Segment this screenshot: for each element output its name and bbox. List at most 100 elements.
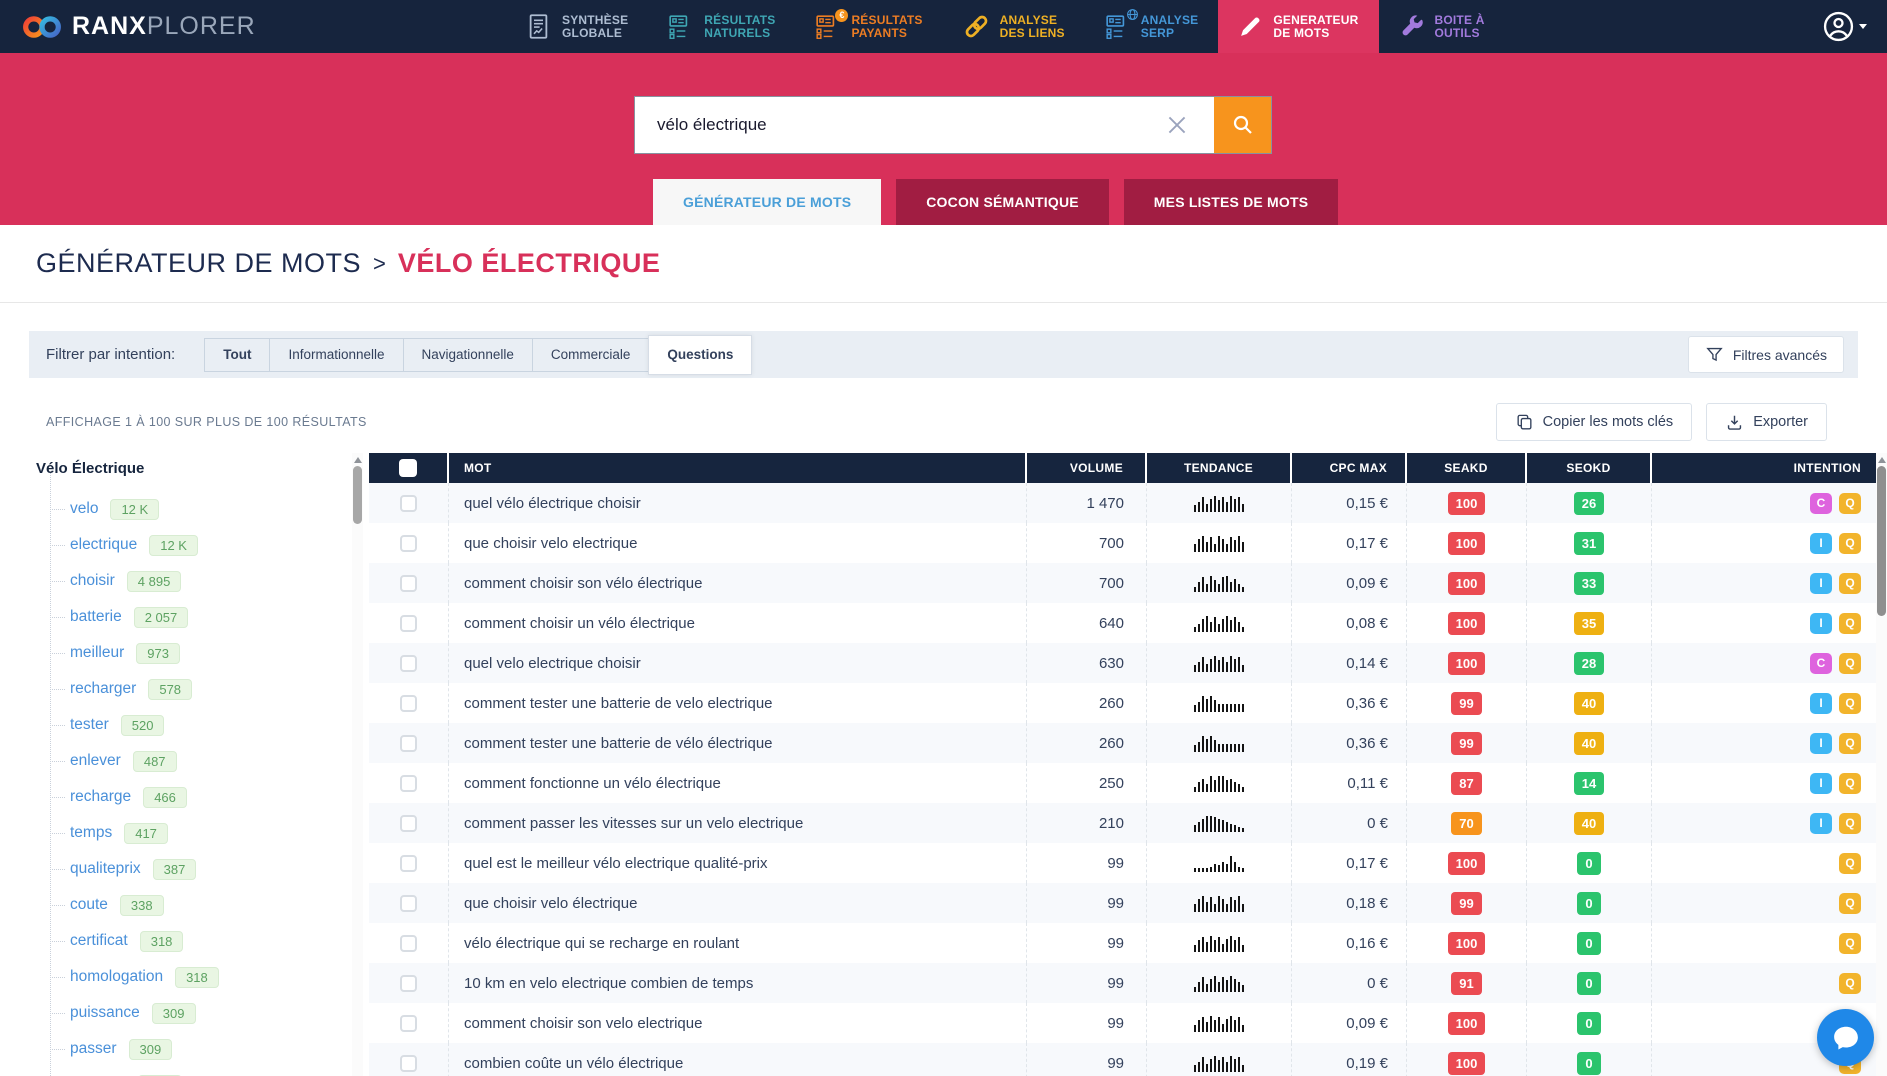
keyword-group-item[interactable]: passer 309: [36, 1031, 352, 1067]
keyword-group-link[interactable]: electrique: [70, 536, 137, 554]
keyword-group-item[interactable]: choisir 4 895: [36, 563, 352, 599]
column-header-tendance[interactable]: TENDANCE: [1147, 453, 1292, 483]
row-checkbox[interactable]: [400, 855, 417, 872]
keyword-cell[interactable]: comment passer les vitesses sur un velo …: [449, 803, 1027, 843]
clear-search-icon[interactable]: [1164, 110, 1194, 140]
column-header-seakd[interactable]: SEAKD: [1407, 453, 1527, 483]
column-header-seokd[interactable]: SEOKD: [1527, 453, 1652, 483]
keyword-group-item[interactable]: qualiteprix 387: [36, 851, 352, 887]
row-checkbox[interactable]: [400, 615, 417, 632]
keyword-group-item[interactable]: electrique 12 K: [36, 527, 352, 563]
keyword-cell[interactable]: vélo électrique qui se recharge en roula…: [449, 923, 1027, 963]
nav-item-boite-a-outils[interactable]: BOITE ÀOUTILS: [1379, 0, 1505, 53]
export-button[interactable]: Exporter: [1706, 403, 1827, 441]
keyword-cell[interactable]: 10 km en velo electrique combien de temp…: [449, 963, 1027, 1003]
keyword-group-item[interactable]: coute 338: [36, 887, 352, 923]
keyword-cell[interactable]: combien coûte un vélo électrique: [449, 1043, 1027, 1076]
keyword-cell[interactable]: quel velo electrique choisir: [449, 643, 1027, 683]
filter-questions[interactable]: Questions: [648, 335, 752, 375]
keyword-group-item[interactable]: vitesses 309: [36, 1067, 352, 1076]
nav-item-analyse-des-liens[interactable]: ANALYSEDES LIENS: [943, 0, 1085, 53]
keyword-group-link[interactable]: velo: [70, 500, 98, 518]
keyword-group-link[interactable]: qualiteprix: [70, 860, 141, 878]
tab-cocon-semantique[interactable]: COCON SÉMANTIQUE: [896, 179, 1109, 225]
keyword-cell[interactable]: quel vélo électrique choisir: [449, 483, 1027, 523]
keyword-cell[interactable]: comment tester une batterie de velo elec…: [449, 683, 1027, 723]
keyword-group-link[interactable]: puissance: [70, 1004, 140, 1022]
column-header-cpc-max[interactable]: CPC MAX: [1292, 453, 1407, 483]
column-header-volume[interactable]: VOLUME: [1027, 453, 1147, 483]
nav-item-generateur-de-mots[interactable]: GENERATEURDE MOTS: [1218, 0, 1378, 53]
keyword-group-item[interactable]: meilleur 973: [36, 635, 352, 671]
column-header-intention[interactable]: INTENTION: [1652, 453, 1887, 483]
row-checkbox[interactable]: [400, 775, 417, 792]
keyword-group-item[interactable]: temps 417: [36, 815, 352, 851]
filter-commerciale[interactable]: Commerciale: [532, 338, 650, 372]
keyword-cell[interactable]: comment choisir un vélo électrique: [449, 603, 1027, 643]
keyword-group-link[interactable]: recharge: [70, 788, 131, 806]
keyword-group-link[interactable]: batterie: [70, 608, 122, 626]
nav-item-analyse-serp[interactable]: ANALYSESERP: [1085, 0, 1219, 53]
advanced-filters-button[interactable]: Filtres avancés: [1688, 336, 1844, 373]
filter-informationnelle[interactable]: Informationnelle: [269, 338, 403, 372]
keyword-cell[interactable]: comment fonctionne un vélo électrique: [449, 763, 1027, 803]
keyword-group-item[interactable]: certificat 318: [36, 923, 352, 959]
select-all-checkbox[interactable]: [399, 459, 417, 477]
keyword-group-link[interactable]: recharger: [70, 680, 136, 698]
keyword-group-link[interactable]: coute: [70, 896, 108, 914]
keyword-group-link[interactable]: choisir: [70, 572, 115, 590]
keyword-group-link[interactable]: meilleur: [70, 644, 124, 662]
row-checkbox[interactable]: [400, 495, 417, 512]
row-checkbox[interactable]: [400, 975, 417, 992]
keyword-group-link[interactable]: certificat: [70, 932, 128, 950]
row-checkbox[interactable]: [400, 535, 417, 552]
nav-item-synthese-globale[interactable]: SYNTHÈSEGLOBALE: [505, 0, 648, 53]
table-scrollbar-thumb[interactable]: [1877, 466, 1886, 616]
table-scrollbar[interactable]: [1876, 453, 1887, 1076]
brand-logo[interactable]: RANXPLORER: [0, 12, 256, 41]
nav-item-resultats-naturels[interactable]: RÉSULTATSNATURELS: [648, 0, 795, 53]
keyword-group-item[interactable]: recharge 466: [36, 779, 352, 815]
filter-navigationnelle[interactable]: Navigationnelle: [403, 338, 533, 372]
keyword-group-item[interactable]: tester 520: [36, 707, 352, 743]
row-checkbox[interactable]: [400, 735, 417, 752]
account-menu[interactable]: [1823, 11, 1867, 42]
keyword-group-link[interactable]: temps: [70, 824, 112, 842]
row-checkbox[interactable]: [400, 1015, 417, 1032]
scroll-up-icon[interactable]: [1878, 457, 1886, 463]
tab-generateur-de-mots[interactable]: GÉNÉRATEUR DE MOTS: [653, 179, 881, 225]
keyword-group-item[interactable]: recharger 578: [36, 671, 352, 707]
column-header-mot[interactable]: MOT: [449, 453, 1027, 483]
filter-tout[interactable]: Tout: [204, 338, 270, 372]
keyword-group-item[interactable]: enlever 487: [36, 743, 352, 779]
row-checkbox[interactable]: [400, 935, 417, 952]
row-checkbox[interactable]: [400, 575, 417, 592]
keyword-group-link[interactable]: passer: [70, 1040, 117, 1058]
row-checkbox[interactable]: [400, 895, 417, 912]
breadcrumb-parent[interactable]: GÉNÉRATEUR DE MOTS: [36, 248, 361, 279]
sidebar-scrollbar-thumb[interactable]: [353, 466, 362, 524]
keyword-cell[interactable]: comment tester une batterie de vélo élec…: [449, 723, 1027, 763]
chat-widget-button[interactable]: [1817, 1009, 1874, 1066]
keyword-cell[interactable]: comment choisir son vélo électrique: [449, 563, 1027, 603]
copy-keywords-button[interactable]: Copier les mots clés: [1496, 403, 1693, 441]
keyword-group-item[interactable]: batterie 2 057: [36, 599, 352, 635]
keyword-group-link[interactable]: tester: [70, 716, 109, 734]
row-checkbox[interactable]: [400, 655, 417, 672]
tab-mes-listes-de-mots[interactable]: MES LISTES DE MOTS: [1124, 179, 1339, 225]
keyword-cell[interactable]: quel est le meilleur vélo electrique qua…: [449, 843, 1027, 883]
nav-item-resultats-payants[interactable]: RÉSULTATSPAYANTS: [795, 0, 942, 53]
keyword-group-link[interactable]: enlever: [70, 752, 121, 770]
row-checkbox[interactable]: [400, 815, 417, 832]
row-checkbox[interactable]: [400, 695, 417, 712]
keyword-group-link[interactable]: homologation: [70, 968, 163, 986]
keyword-search-input[interactable]: [634, 96, 1214, 154]
keyword-group-item[interactable]: velo 12 K: [36, 491, 352, 527]
sidebar-scrollbar[interactable]: [352, 453, 363, 1076]
keyword-cell[interactable]: que choisir velo electrique: [449, 523, 1027, 563]
scroll-up-icon[interactable]: [354, 457, 362, 463]
keyword-cell[interactable]: que choisir velo électrique: [449, 883, 1027, 923]
row-checkbox[interactable]: [400, 1055, 417, 1072]
keyword-cell[interactable]: comment choisir son velo electrique: [449, 1003, 1027, 1043]
keyword-group-item[interactable]: homologation 318: [36, 959, 352, 995]
